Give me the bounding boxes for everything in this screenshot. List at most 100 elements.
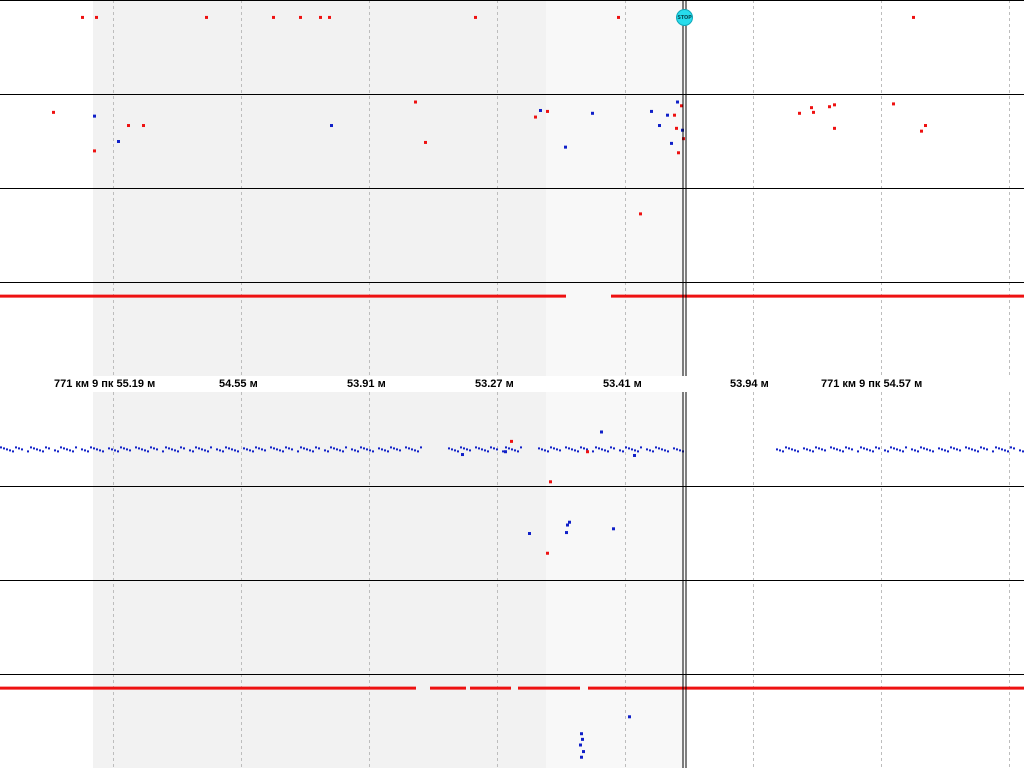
signal-point (114, 449, 116, 452)
signal-point (177, 450, 179, 453)
signal-point (887, 450, 889, 453)
signal-point (1013, 447, 1015, 450)
signal-point (860, 446, 862, 449)
signal-point (448, 447, 450, 450)
signal-point (857, 450, 859, 453)
coordinate-label: 54.55 м (219, 378, 258, 390)
signal-point (469, 449, 471, 452)
signal-point (947, 450, 949, 453)
signal-point (956, 448, 958, 451)
signal-point (547, 450, 549, 453)
signal-point (165, 446, 167, 449)
signal-point (658, 447, 660, 450)
signal-point (571, 448, 573, 451)
signal-point (836, 448, 838, 451)
signal-point (384, 449, 386, 452)
signal-point (141, 448, 143, 451)
signal-point (231, 448, 233, 451)
signal-point (261, 448, 263, 451)
signal-point (210, 446, 212, 449)
signal-point (192, 450, 194, 453)
signal-point (318, 447, 320, 450)
signal-point (980, 446, 982, 449)
signal-point (324, 449, 326, 452)
signal-point (977, 450, 979, 453)
signal-point (120, 446, 122, 449)
signal-point (15, 446, 17, 449)
signal-point (833, 103, 836, 107)
signal-point (577, 450, 579, 453)
signal-point (18, 447, 20, 450)
signal-point (581, 737, 584, 741)
signal-point (237, 450, 239, 453)
signal-point (628, 715, 631, 719)
signal-point (582, 750, 585, 754)
signal-point (586, 450, 589, 454)
signal-point (863, 447, 865, 450)
signal-point (924, 124, 927, 128)
signal-point (833, 447, 835, 450)
signal-point (553, 447, 555, 450)
signal-point (156, 448, 158, 451)
signal-point (300, 446, 302, 449)
signal-point (580, 732, 583, 736)
stop-button[interactable]: STOP (676, 9, 693, 26)
signal-point (153, 447, 155, 450)
signal-point (360, 446, 362, 449)
signal-point (1004, 449, 1006, 452)
signal-point (511, 448, 513, 451)
signal-point (87, 450, 89, 453)
signal-point (369, 449, 371, 452)
signal-point (821, 448, 823, 451)
signal-point (45, 446, 47, 449)
signal-point (639, 212, 642, 216)
signal-point (971, 448, 973, 451)
signal-point (923, 447, 925, 450)
signal-point (959, 449, 961, 452)
signal-point (595, 446, 597, 449)
signal-point (666, 113, 669, 117)
signal-point (652, 450, 654, 453)
signal-point (126, 448, 128, 451)
signal-point (592, 450, 594, 453)
signal-point (914, 449, 916, 452)
signal-point (258, 447, 260, 450)
signal-point (30, 446, 32, 449)
signal-point (637, 450, 639, 453)
signal-point (517, 450, 519, 453)
signal-point (514, 449, 516, 452)
signal-point (798, 111, 801, 115)
signal-point (366, 448, 368, 451)
signal-point (926, 448, 928, 451)
signal-point (6, 448, 8, 451)
signal-point (272, 15, 275, 19)
signal-point (162, 450, 164, 453)
signal-point (953, 447, 955, 450)
signal-point (794, 449, 796, 452)
signal-point (390, 446, 392, 449)
signal-point (414, 100, 417, 104)
signal-point (565, 531, 568, 535)
signal-point (264, 449, 266, 452)
signal-point (785, 446, 787, 449)
signal-point (580, 446, 582, 449)
signal-point (546, 109, 549, 113)
signal-point (339, 449, 341, 452)
signal-point (810, 106, 813, 110)
signal-point (48, 447, 50, 450)
signal-point (505, 446, 507, 449)
signal-point (288, 447, 290, 450)
signal-point (207, 450, 209, 453)
signal-point (539, 108, 542, 112)
signal-point (417, 450, 419, 453)
signal-point (481, 448, 483, 451)
signal-point (303, 447, 305, 450)
signal-point (180, 446, 182, 449)
signal-point (93, 149, 96, 153)
signal-point (129, 449, 131, 452)
signal-point (538, 447, 540, 450)
signal-point (0, 446, 2, 449)
signal-point (896, 448, 898, 451)
signal-point (812, 450, 814, 453)
signal-point (649, 449, 651, 452)
